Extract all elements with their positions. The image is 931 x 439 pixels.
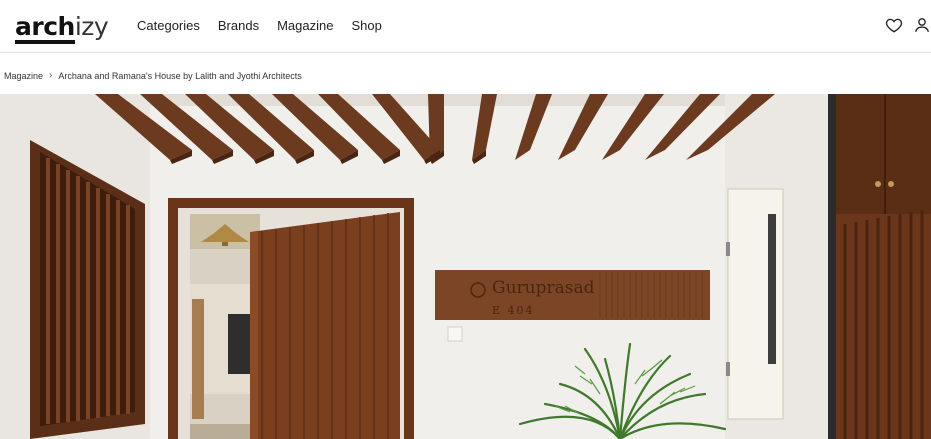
site-header: arch izy Categories Brands Magazine Shop <box>0 0 931 53</box>
header-actions <box>885 16 931 34</box>
nameplate-number: E 404 <box>492 304 535 317</box>
nameplate-name: Guruprasad <box>492 278 595 298</box>
logo-light-text: izy <box>74 12 109 41</box>
nav-item-shop[interactable]: Shop <box>351 18 381 33</box>
chevron-right-icon: › <box>49 70 53 81</box>
logo-bold-text: arch <box>15 12 75 44</box>
hero-image: Guruprasad E 404 <box>0 94 931 439</box>
user-icon[interactable] <box>913 16 931 34</box>
site-logo[interactable]: arch izy <box>15 12 109 46</box>
nav-item-brands[interactable]: Brands <box>218 18 259 33</box>
breadcrumb-current: Archana and Ramana's House by Lalith and… <box>58 70 302 81</box>
heart-icon[interactable] <box>885 16 903 34</box>
main-nav: Categories Brands Magazine Shop <box>137 18 400 33</box>
nav-item-magazine[interactable]: Magazine <box>277 18 333 33</box>
breadcrumb-root[interactable]: Magazine <box>4 71 43 81</box>
breadcrumb: Magazine › Archana and Ramana's House by… <box>4 70 302 81</box>
nav-item-categories[interactable]: Categories <box>137 18 200 33</box>
